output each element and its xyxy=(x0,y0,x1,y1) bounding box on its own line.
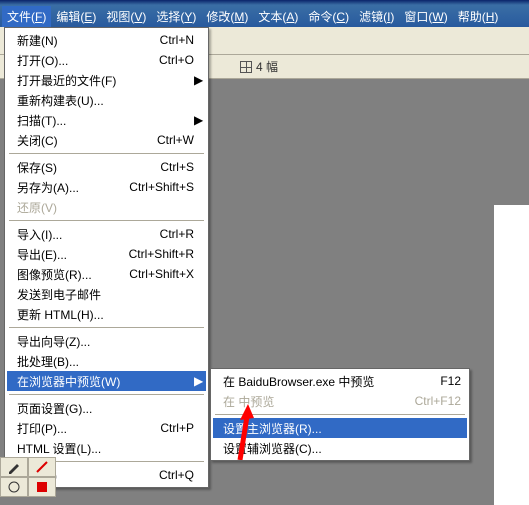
menu-item-label: 批处理(B)... xyxy=(17,353,194,370)
grid-icon xyxy=(240,61,252,73)
menu-item-label: 导出向导(Z)... xyxy=(17,333,194,350)
menu-item-label: 设置辅浏览器(C)... xyxy=(223,440,461,457)
menu-item[interactable]: 打印(P)...Ctrl+P xyxy=(7,418,206,438)
fill-tool[interactable] xyxy=(28,477,56,497)
menu-item-shortcut: Ctrl+S xyxy=(150,160,194,174)
frames-label: 4 幅 xyxy=(256,58,278,75)
menu-item[interactable]: 保存(S)Ctrl+S xyxy=(7,157,206,177)
menu-item-label: 在浏览器中预览(W) xyxy=(17,373,194,390)
submenu-arrow-icon: ▶ xyxy=(194,73,200,87)
menu-item-label: 还原(V) xyxy=(17,199,194,216)
menu-item-label: 更新 HTML(H)... xyxy=(17,306,194,323)
menu-item-label: 在 中预览 xyxy=(223,393,405,410)
menu-窗口W[interactable]: 窗口(W) xyxy=(399,6,452,27)
menu-item-shortcut: Ctrl+O xyxy=(149,53,194,67)
separator xyxy=(9,327,204,328)
separator xyxy=(9,220,204,221)
menu-item-shortcut: Ctrl+Q xyxy=(149,468,194,482)
submenu-arrow-icon: ▶ xyxy=(194,113,200,127)
document-paper xyxy=(494,205,529,505)
menu-item-label: 保存(S) xyxy=(17,159,150,176)
separator xyxy=(9,394,204,395)
file-menu-dropdown: 新建(N)Ctrl+N打开(O)...Ctrl+O打开最近的文件(F)▶重新构建… xyxy=(4,27,209,488)
menu-item[interactable]: 打开(O)...Ctrl+O xyxy=(7,50,206,70)
menu-视图V[interactable]: 视图(V) xyxy=(101,6,151,27)
menu-滤镜I[interactable]: 滤镜(I) xyxy=(354,6,399,27)
menu-item-label: 页面设置(G)... xyxy=(17,400,194,417)
menu-item[interactable]: 导入(I)...Ctrl+R xyxy=(7,224,206,244)
menu-item-shortcut: Ctrl+Shift+R xyxy=(119,247,194,261)
menu-选择Y[interactable]: 选择(Y) xyxy=(151,6,201,27)
menu-item[interactable]: 发送到电子邮件 xyxy=(7,284,206,304)
menu-item[interactable]: 另存为(A)...Ctrl+Shift+S xyxy=(7,177,206,197)
menu-item-label: 导入(I)... xyxy=(17,226,150,243)
menu-item-shortcut: Ctrl+P xyxy=(150,421,194,435)
menu-item[interactable]: 设置辅浏览器(C)... xyxy=(213,438,467,458)
pencil-tool[interactable] xyxy=(0,457,28,477)
menu-修改M[interactable]: 修改(M) xyxy=(201,6,253,27)
menu-item-label: 扫描(T)... xyxy=(17,112,194,129)
line-tool[interactable] xyxy=(28,457,56,477)
menu-item-label: 图像预览(R)... xyxy=(17,266,119,283)
separator xyxy=(9,153,204,154)
menu-item[interactable]: 导出(E)...Ctrl+Shift+R xyxy=(7,244,206,264)
menu-item-shortcut: Ctrl+W xyxy=(147,133,194,147)
circle-tool[interactable] xyxy=(0,477,28,497)
menu-item-shortcut: Ctrl+Shift+S xyxy=(119,180,194,194)
menu-命令C[interactable]: 命令(C) xyxy=(303,6,354,27)
menu-item-label: 打印(P)... xyxy=(17,420,150,437)
menu-item-label: 另存为(A)... xyxy=(17,179,119,196)
menu-item-label: HTML 设置(L)... xyxy=(17,440,194,457)
menu-item-label: 重新构建表(U)... xyxy=(17,92,194,109)
menu-帮助H[interactable]: 帮助(H) xyxy=(453,6,504,27)
menu-item[interactable]: 关闭(C)Ctrl+W xyxy=(7,130,206,150)
submenu-arrow-icon: ▶ xyxy=(194,374,200,388)
menu-item-label: 发送到电子邮件 xyxy=(17,286,194,303)
menu-item-label: 新建(N) xyxy=(17,32,150,49)
side-tool-palette xyxy=(0,457,60,497)
menu-item-label: 打开最近的文件(F) xyxy=(17,72,194,89)
menu-item[interactable]: 设置主浏览器(R)... xyxy=(213,418,467,438)
menu-item[interactable]: 打开最近的文件(F)▶ xyxy=(7,70,206,90)
menu-item-shortcut: Ctrl+R xyxy=(150,227,194,241)
menu-编辑E[interactable]: 编辑(E) xyxy=(51,6,101,27)
menu-item-shortcut: Ctrl+F12 xyxy=(405,394,461,408)
menu-文件F[interactable]: 文件(F) xyxy=(2,6,51,27)
menu-bar: 文件(F)编辑(E)视图(V)选择(Y)修改(M)文本(A)命令(C)滤镜(I)… xyxy=(0,5,529,27)
menu-item[interactable]: HTML 设置(L)... xyxy=(7,438,206,458)
browser-preview-submenu: 在 BaiduBrowser.exe 中预览F12在 中预览Ctrl+F12设置… xyxy=(210,368,470,461)
menu-item-label: 打开(O)... xyxy=(17,52,149,69)
menu-item[interactable]: 在浏览器中预览(W)▶ xyxy=(7,371,206,391)
menu-item[interactable]: 图像预览(R)...Ctrl+Shift+X xyxy=(7,264,206,284)
menu-item[interactable]: 导出向导(Z)... xyxy=(7,331,206,351)
menu-item[interactable]: 更新 HTML(H)... xyxy=(7,304,206,324)
menu-item[interactable]: 重新构建表(U)... xyxy=(7,90,206,110)
separator xyxy=(215,414,465,415)
menu-item-shortcut: F12 xyxy=(430,374,461,388)
menu-item-label: 设置主浏览器(R)... xyxy=(223,420,461,437)
menu-item: 在 中预览Ctrl+F12 xyxy=(213,391,467,411)
menu-item[interactable]: 扫描(T)...▶ xyxy=(7,110,206,130)
menu-item: 还原(V) xyxy=(7,197,206,217)
menu-item[interactable]: 新建(N)Ctrl+N xyxy=(7,30,206,50)
menu-item-label: 在 BaiduBrowser.exe 中预览 xyxy=(223,373,430,390)
menu-item-shortcut: Ctrl+N xyxy=(150,33,194,47)
menu-item[interactable]: 批处理(B)... xyxy=(7,351,206,371)
menu-item[interactable]: 页面设置(G)... xyxy=(7,398,206,418)
menu-item-label: 导出(E)... xyxy=(17,246,119,263)
menu-item[interactable]: 在 BaiduBrowser.exe 中预览F12 xyxy=(213,371,467,391)
menu-item-label: 关闭(C) xyxy=(17,132,147,149)
menu-文本A[interactable]: 文本(A) xyxy=(253,6,303,27)
menu-item-shortcut: Ctrl+Shift+X xyxy=(119,267,194,281)
